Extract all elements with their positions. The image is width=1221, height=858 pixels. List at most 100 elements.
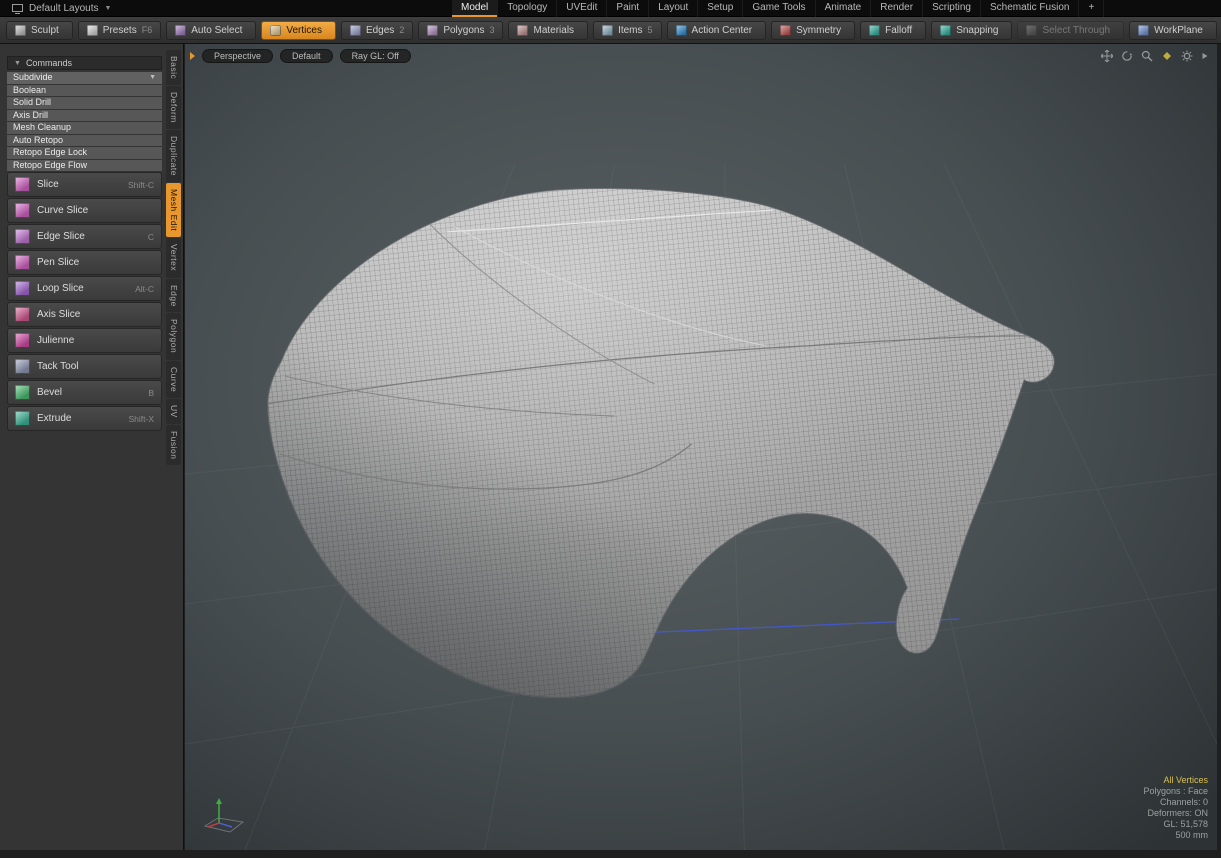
- command-label: Auto Retopo: [13, 135, 156, 147]
- main-tab[interactable]: Game Tools: [743, 0, 815, 17]
- selection-mode-readout: All Vertices: [1143, 775, 1208, 786]
- toolbar-button-icon: [940, 25, 951, 36]
- toolbar-button-icon: [15, 25, 26, 36]
- main-tab[interactable]: Scripting: [923, 0, 981, 17]
- viewport-raygl-button[interactable]: Ray GL: Off: [340, 49, 411, 63]
- command-item[interactable]: Solid Drill ▼: [7, 97, 162, 109]
- commands-list: Subdivide ▼ Boolean ▼ Solid Drill ▼ Axis…: [7, 72, 162, 171]
- tool-button[interactable]: Extrude Shift-X: [7, 406, 162, 431]
- main-tab[interactable]: Model: [452, 0, 498, 17]
- viewport-3d[interactable]: Perspective Default Ray GL: Off All Vert…: [185, 44, 1217, 850]
- viewport-menu-thumb-icon[interactable]: [190, 52, 195, 60]
- command-item[interactable]: Subdivide ▼: [7, 72, 162, 84]
- sidebar-vertical-tab[interactable]: Mesh Edit: [166, 183, 181, 237]
- command-item[interactable]: Retopo Edge Lock ▼: [7, 147, 162, 159]
- command-item[interactable]: Boolean ▼: [7, 85, 162, 97]
- toolbar-button[interactable]: Materials: [508, 21, 588, 40]
- viewport-shading-button[interactable]: Default: [280, 49, 333, 63]
- viewport-mode-button[interactable]: Perspective: [202, 49, 273, 63]
- toolbar-button[interactable]: Vertices: [261, 21, 336, 40]
- main-tab[interactable]: Render: [871, 0, 923, 17]
- toolbar-button[interactable]: Polygons 3: [418, 21, 503, 40]
- sidebar-vertical-tab[interactable]: Polygon: [166, 313, 181, 359]
- main-tab[interactable]: +: [1079, 0, 1104, 17]
- toolbar-button[interactable]: Items 5: [593, 21, 661, 40]
- command-label: Boolean: [13, 85, 156, 97]
- tool-shortcut: B: [148, 388, 154, 398]
- toolbar-button-label: Falloff: [885, 25, 912, 36]
- main-tab[interactable]: Animate: [816, 0, 872, 17]
- modo-window: { "window": { "layout_menu": "Default La…: [0, 0, 1221, 858]
- sidebar-vertical-tab[interactable]: Deform: [166, 86, 181, 129]
- layout-switcher[interactable]: Default Layouts ▼: [6, 0, 117, 17]
- tool-button[interactable]: Slice Shift-C: [7, 172, 162, 197]
- main-tab[interactable]: UVEdit: [557, 0, 607, 17]
- orbit-icon[interactable]: [1121, 50, 1133, 62]
- command-label: Mesh Cleanup: [13, 122, 156, 134]
- tool-button[interactable]: Edge Slice C: [7, 224, 162, 249]
- tool-icon: [15, 385, 30, 400]
- info-line: Channels: 0: [1143, 797, 1208, 808]
- toolbar-button[interactable]: Snapping: [931, 21, 1012, 40]
- toolbar-button[interactable]: Select Through: [1017, 21, 1124, 40]
- tool-button[interactable]: Curve Slice: [7, 198, 162, 223]
- toolbar-button[interactable]: WorkPlane: [1129, 21, 1217, 40]
- gl-options-icon[interactable]: [1161, 50, 1173, 62]
- tool-label: Slice: [37, 179, 121, 190]
- toolbar-button[interactable]: Presets F6: [78, 21, 161, 40]
- sidebar-vertical-tab[interactable]: Vertex: [166, 238, 181, 277]
- main-tab[interactable]: Layout: [649, 0, 698, 17]
- toolbar-button[interactable]: Sculpt: [6, 21, 73, 40]
- pan-icon[interactable]: [1101, 50, 1113, 62]
- command-label: Subdivide: [13, 72, 149, 84]
- command-item[interactable]: Axis Drill ▼: [7, 110, 162, 122]
- sidebar-vertical-tab[interactable]: Basic: [166, 50, 181, 85]
- tool-button[interactable]: Pen Slice: [7, 250, 162, 275]
- toolbar-button[interactable]: Falloff: [860, 21, 926, 40]
- command-item[interactable]: Mesh Cleanup ▼: [7, 122, 162, 134]
- toolbar-button-shortcut: 2: [399, 25, 404, 35]
- command-item[interactable]: Retopo Edge Flow ▼: [7, 160, 162, 172]
- command-label: Retopo Edge Flow: [13, 160, 156, 172]
- main-tab[interactable]: Schematic Fusion: [981, 0, 1079, 17]
- toolbar-button-icon: [87, 25, 98, 36]
- commands-header[interactable]: ▼ Commands: [7, 56, 162, 70]
- main-tab[interactable]: Topology: [498, 0, 557, 17]
- menubar: Default Layouts ▼ Model Topology UVEdit …: [0, 0, 1221, 17]
- sidebar-vertical-tab[interactable]: Curve: [166, 361, 181, 398]
- sidebar-vertical-tab[interactable]: Fusion: [166, 425, 181, 466]
- sidebar-vertical-tab[interactable]: Duplicate: [166, 130, 181, 182]
- sidebar-vertical-tab[interactable]: Edge: [166, 279, 181, 313]
- toolbar-button-label: Items: [618, 25, 642, 36]
- zoom-icon[interactable]: [1141, 50, 1153, 62]
- viewport-info-lines: Polygons : Face Channels: 0 Deformers: O…: [1143, 786, 1208, 841]
- tool-label: Loop Slice: [37, 283, 128, 294]
- tool-button[interactable]: Tack Tool: [7, 354, 162, 379]
- tool-button[interactable]: Loop Slice Alt-C: [7, 276, 162, 301]
- toolbar-button-icon: [270, 25, 281, 36]
- viewport-menu-arrow-icon[interactable]: [1201, 50, 1209, 62]
- sidebar-vertical-tab[interactable]: UV: [166, 399, 181, 424]
- toolbar-button-label: Symmetry: [796, 25, 841, 36]
- tool-icon: [15, 229, 30, 244]
- viewport-settings-gear-icon[interactable]: [1181, 50, 1193, 62]
- tool-button[interactable]: Bevel B: [7, 380, 162, 405]
- axis-gizmo[interactable]: [201, 796, 247, 838]
- dropdown-arrow-icon: ▼: [149, 72, 156, 84]
- toolbar-button-label: Presets: [103, 25, 137, 36]
- tool-shortcut: Shift-X: [128, 414, 154, 424]
- tool-icon: [15, 411, 30, 426]
- tool-icon: [15, 281, 30, 296]
- main-tab[interactable]: Paint: [607, 0, 649, 17]
- toolbar-button[interactable]: Edges 2: [341, 21, 413, 40]
- toolbar-button-label: Polygons: [443, 25, 484, 36]
- toolbar-button[interactable]: Action Center: [667, 21, 767, 40]
- command-item[interactable]: Auto Retopo ▼: [7, 135, 162, 147]
- toolbar-button[interactable]: Symmetry: [771, 21, 855, 40]
- toolbar-button[interactable]: Auto Select: [166, 21, 256, 40]
- main-tab[interactable]: Setup: [698, 0, 743, 17]
- toolbar-button-label: Select Through: [1042, 25, 1110, 36]
- tool-button[interactable]: Julienne: [7, 328, 162, 353]
- tool-button[interactable]: Axis Slice: [7, 302, 162, 327]
- tool-list: ▼ Commands Subdivide ▼ Boolean ▼ Solid D…: [7, 50, 162, 431]
